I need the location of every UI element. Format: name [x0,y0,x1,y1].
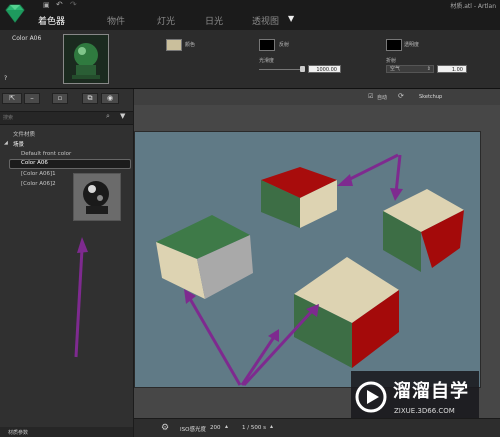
iso-label: ISO感光度 [180,427,206,433]
color-swatch[interactable] [166,39,182,51]
help-icon[interactable]: ? [4,75,7,82]
refraction-select-value: 空气 [390,66,401,72]
refraction-label: 折射 [386,58,397,64]
app-logo-gem-icon [5,4,25,23]
material-tree-panel: ⇱ – ▫ ⧉ ◉ ⌕ ▼ 文件材质 ◢ 场景 Default front co… [0,89,134,437]
left-panel-footer: 材质参数 [0,427,133,437]
tabs-dropdown-icon[interactable]: ▼ [288,14,294,23]
top-toolbar: ▣ ↶ ↷ 材质.atl - Artlan 着色器 物件 灯光 日光 透视图 ▼ [0,0,500,31]
refraction-select[interactable]: 空气 ⇕ [386,65,434,73]
tab-shader[interactable]: 着色器 [38,14,65,27]
color-label: 颜色 [185,42,196,48]
glossiness-slider[interactable] [259,69,305,70]
watermark: 溜溜自学 ZIXUE.3D66.COM [351,371,479,425]
material-preview [63,34,109,84]
refraction-value-field[interactable]: 1.00 [437,65,467,73]
glossiness-slider-handle[interactable] [300,66,305,72]
shutter-stepper-icon[interactable]: ▴ [270,423,273,430]
left-panel-footer-label: 材质参数 [8,430,29,436]
redo-icon[interactable]: ↷ [70,0,77,9]
glossiness-label: 光滑度 [259,58,275,64]
watermark-url: ZIXUE.3D66.COM [394,407,455,415]
camera-settings-bar: ⚙ ISO感光度 200 ▴ 1 / 500 s ▴ [134,418,500,437]
tab-objects[interactable]: 物件 [107,14,125,27]
glossiness-value-field[interactable]: 1000.00 [308,65,341,73]
transparency-swatch[interactable] [386,39,402,51]
material-name: Color A06 [12,35,42,42]
chevron-updown-icon: ⇕ [426,66,431,72]
reflection-swatch[interactable] [259,39,275,51]
render-viewport-area: ☑ 自动 ⟳ Sketchup 溜溜自学 ZIXUE.3D66.COM ⚙ IS… [134,89,500,437]
window-title: 材质.atl - Artlan [450,3,496,10]
save-icon[interactable]: ▣ [43,1,50,9]
tab-lights[interactable]: 灯光 [157,14,175,27]
transparency-label: 透明度 [404,42,420,48]
material-preview-sphere-icon [64,35,108,83]
undo-icon[interactable]: ↶ [56,0,63,9]
annotation-arrow-left [74,237,88,358]
iso-value[interactable]: 200 [210,425,221,431]
iso-stepper-icon[interactable]: ▴ [225,423,228,430]
watermark-play-logo-icon [355,381,387,413]
camera-settings-gear-icon[interactable]: ⚙ [161,423,169,433]
shutter-value[interactable]: 1 / 500 s [242,425,266,431]
tab-sunlight[interactable]: 日光 [205,14,223,27]
watermark-title: 溜溜自学 [393,381,469,402]
material-properties-panel: Color A06 ? 颜色 反射 透明度 光滑度 1000.00 折射 空气 … [0,30,500,89]
tab-perspective[interactable]: 透视图 [252,14,279,27]
reflection-label: 反射 [279,42,290,48]
